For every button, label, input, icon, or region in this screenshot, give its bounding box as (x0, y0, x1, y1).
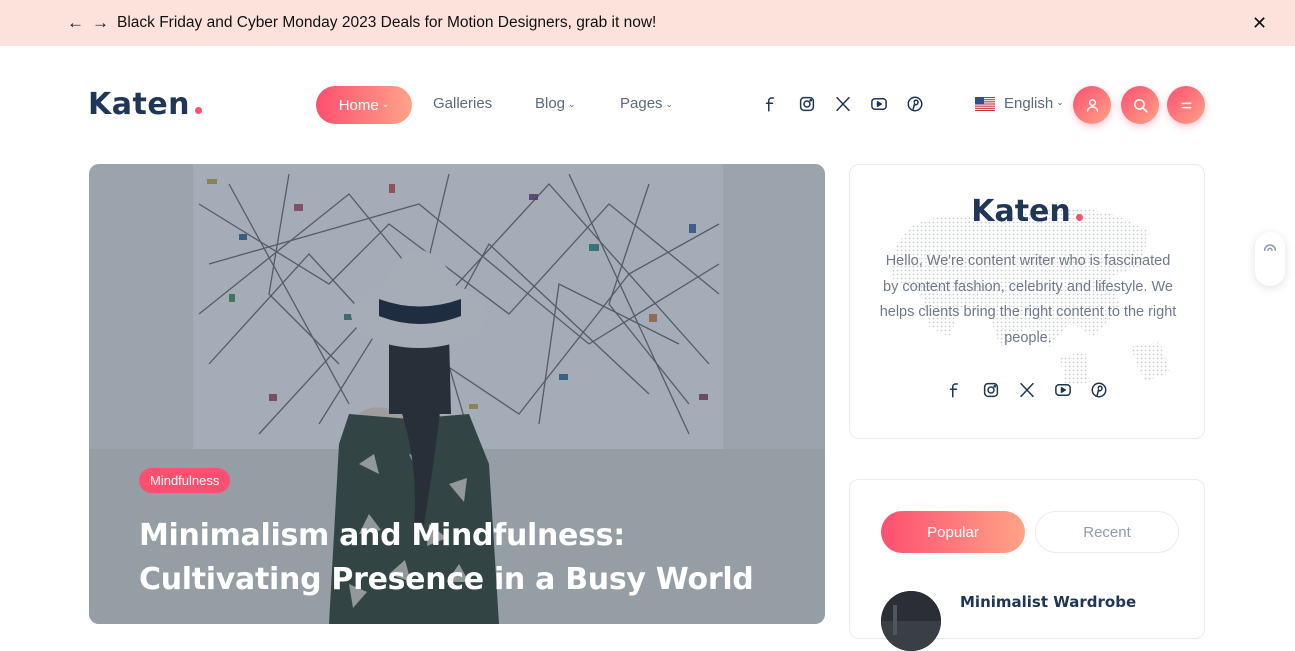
us-flag-icon (975, 96, 995, 111)
chevron-down-icon: ⌄ (665, 99, 674, 109)
spinner-icon (1263, 244, 1277, 252)
about-widget: Katen Hello, We're content writer who is… (849, 164, 1205, 439)
search-icon (1133, 98, 1148, 113)
logo-text: Katen (88, 87, 191, 122)
post-thumbnail[interactable] (881, 591, 941, 651)
language-label: English (1004, 95, 1054, 112)
facebook-icon[interactable] (762, 95, 780, 113)
close-icon[interactable]: ✕ (1252, 13, 1267, 33)
about-logo-text: Katen (971, 194, 1071, 229)
site-logo[interactable]: Katen (88, 86, 203, 124)
nav-item-pages[interactable]: Pages ⌄ (620, 95, 673, 114)
nav-item-pages-label: Pages (620, 95, 663, 112)
arrow-left-icon[interactable]: ← (67, 13, 84, 33)
about-logo: Katen (850, 193, 1204, 231)
instagram-icon[interactable] (798, 95, 816, 113)
featured-post[interactable]: Mindfulness Minimalism and Mindfulness: … (89, 164, 825, 624)
nav-item-blog-label: Blog (535, 95, 566, 112)
menu-icon (1181, 102, 1191, 108)
nav-item-home-label: Home (338, 96, 379, 114)
posts-tabs-widget: Popular Recent Minimalist Wardrobe (849, 479, 1205, 651)
nav-item-galleries[interactable]: Galleries (433, 95, 492, 113)
featured-post-title[interactable]: Minimalism and Mindfulness: Cultivating … (139, 514, 779, 602)
nav-item-blog[interactable]: Blog ⌄ (535, 95, 576, 114)
tab-recent-label: Recent (1083, 523, 1131, 541)
side-settings-toggle[interactable] (1255, 232, 1285, 286)
x-icon[interactable] (834, 95, 852, 113)
youtube-icon[interactable] (1054, 381, 1072, 399)
logo-dot (1075, 214, 1083, 221)
announcement-text[interactable]: Black Friday and Cyber Monday 2023 Deals… (117, 14, 656, 32)
nav-item-home[interactable]: Home ⌄ (316, 86, 412, 124)
x-icon[interactable] (1018, 381, 1036, 399)
about-description: Hello, We're content writer who is fasci… (879, 253, 1177, 346)
youtube-icon[interactable] (870, 95, 888, 113)
menu-button[interactable] (1167, 86, 1205, 124)
pinterest-icon[interactable] (1090, 381, 1108, 399)
tab-popular[interactable]: Popular (881, 511, 1025, 553)
search-button[interactable] (1121, 86, 1159, 124)
language-selector[interactable]: English ⌄ (975, 95, 1064, 112)
chevron-down-icon: ⌄ (568, 99, 576, 109)
chevron-down-icon: ⌄ (1056, 97, 1064, 107)
tab-recent[interactable]: Recent (1035, 511, 1179, 553)
chevron-down-icon: ⌄ (381, 98, 390, 109)
tab-popular-label: Popular (927, 523, 979, 541)
post-title[interactable]: Minimalist Wardrobe (960, 593, 1136, 611)
user-icon (1086, 98, 1098, 112)
logo-dot (195, 107, 203, 114)
instagram-icon[interactable] (982, 381, 1000, 399)
facebook-icon[interactable] (946, 381, 964, 399)
nav-item-galleries-label: Galleries (433, 95, 493, 112)
category-badge[interactable]: Mindfulness (139, 468, 231, 493)
announcement-bar: ← → Black Friday and Cyber Monday 2023 D… (0, 0, 1295, 46)
pinterest-icon[interactable] (906, 95, 924, 113)
user-button[interactable] (1073, 86, 1111, 124)
arrow-right-icon[interactable]: → (92, 13, 109, 33)
